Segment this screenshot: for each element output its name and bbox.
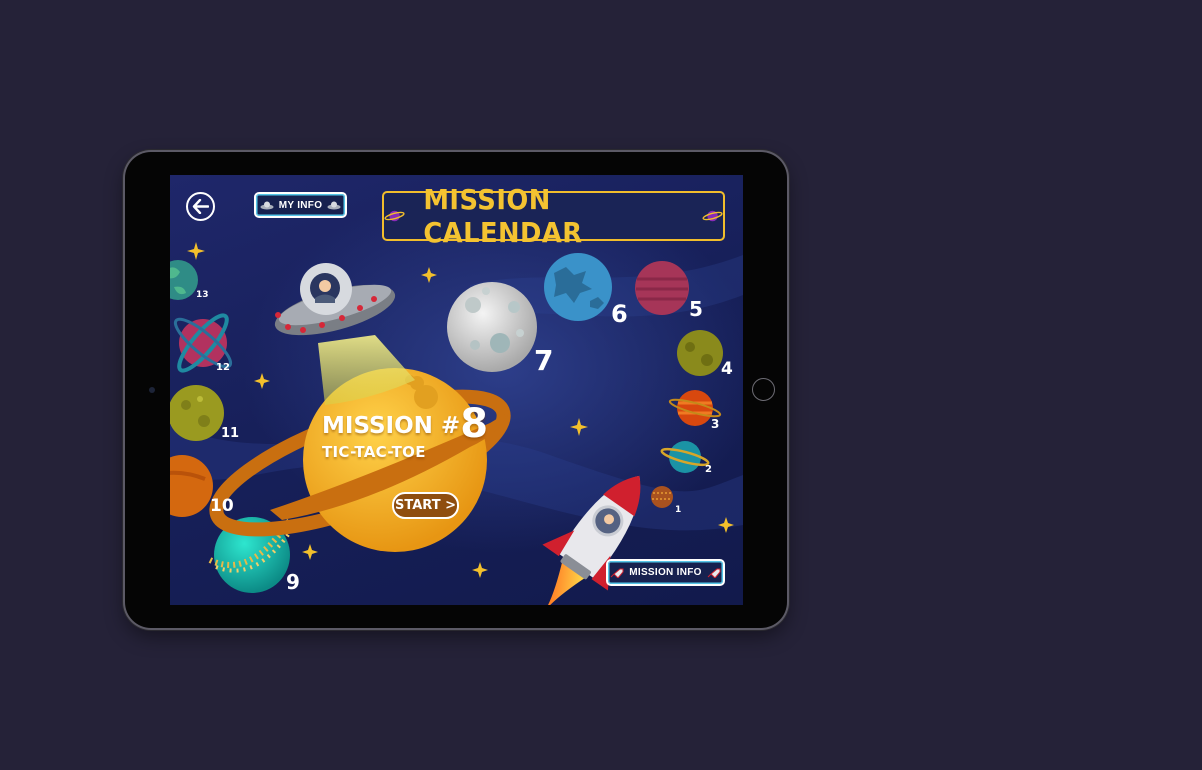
mission-day-13[interactable]: 13 — [196, 291, 209, 300]
back-button[interactable] — [186, 192, 215, 221]
page-title: MISSION CALENDAR — [423, 183, 583, 249]
title-banner: MISSION CALENDAR — [382, 183, 725, 249]
ufo — [274, 263, 396, 336]
planet-4 — [677, 330, 723, 376]
planet-1 — [651, 486, 673, 508]
mission-day-10[interactable]: 10 — [210, 498, 234, 515]
tablet-home-button[interactable] — [752, 378, 775, 401]
tablet-camera — [149, 387, 155, 393]
mission-game-name: TIC-TAC-TOE — [322, 443, 426, 461]
ufo-icon — [327, 201, 341, 210]
mission-day-11[interactable]: 11 — [221, 427, 239, 440]
planet-5 — [635, 261, 689, 315]
planet-7-moon — [447, 282, 537, 372]
mission-day-7[interactable]: 7 — [534, 347, 553, 375]
rocket-icon — [610, 568, 624, 578]
mission-day-2[interactable]: 2 — [705, 465, 712, 475]
planet-icon — [384, 210, 405, 222]
mission-day-6[interactable]: 6 — [611, 302, 628, 326]
mission-day-4[interactable]: 4 — [721, 361, 733, 378]
arrow-left-icon — [192, 199, 209, 214]
start-button[interactable]: START > — [392, 492, 459, 519]
mission-day-3[interactable]: 3 — [711, 418, 719, 430]
mission-number: 8 — [460, 401, 489, 447]
mission-day-5[interactable]: 5 — [689, 299, 703, 319]
mission-info-button[interactable]: MISSION INFO — [606, 559, 725, 586]
my-info-label: MY INFO — [278, 199, 323, 211]
planet-11 — [170, 385, 224, 441]
rocket-icon — [707, 568, 721, 578]
planet-2 — [660, 441, 710, 473]
mission-day-9[interactable]: 9 — [286, 572, 300, 592]
my-info-button[interactable]: MY INFO — [254, 192, 347, 218]
planet-13 — [170, 260, 198, 300]
mission-day-1[interactable]: 1 — [675, 506, 681, 515]
mission-label: MISSION # — [322, 413, 461, 439]
planet-6 — [544, 253, 612, 321]
current-mission-heading: MISSION #8 — [322, 401, 488, 447]
planet-icon — [702, 210, 723, 222]
mission-day-12[interactable]: 12 — [216, 363, 230, 373]
ufo-icon — [260, 201, 274, 210]
app-screen: MY INFO MISSION CALENDAR MISSION #8 TIC-… — [170, 175, 743, 605]
mission-info-label: MISSION INFO — [629, 567, 702, 578]
